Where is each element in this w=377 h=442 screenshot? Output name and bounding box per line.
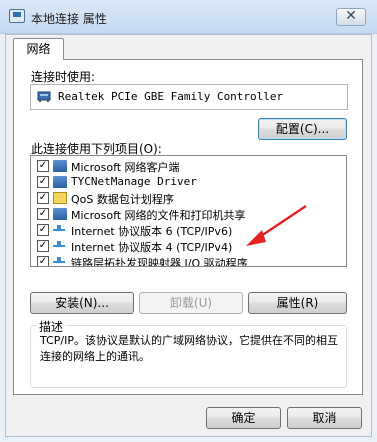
file-share-icon: [53, 208, 67, 220]
list-item[interactable]: ✓ QoS 数据包计划程序: [31, 190, 346, 206]
network-connection-icon: [9, 9, 25, 23]
protocol-icon: [53, 241, 65, 247]
checkbox-icon[interactable]: ✓: [37, 176, 49, 188]
list-item[interactable]: ✓ 链路层拓扑发现映射器 I/O 驱动程序: [31, 254, 346, 267]
adapter-field: Realtek PCIe GBE Family Controller: [30, 84, 348, 110]
checkbox-icon[interactable]: ✓: [37, 224, 49, 236]
list-item-label: Internet 协议版本 6 (TCP/IPv6): [71, 225, 233, 238]
checkbox-icon[interactable]: ✓: [37, 160, 49, 172]
close-button[interactable]: ✕: [336, 8, 366, 26]
list-item[interactable]: ✓ Microsoft 网络客户端: [31, 158, 346, 174]
tab-network[interactable]: 网络: [13, 38, 64, 60]
qos-scheduler-icon: [53, 192, 67, 204]
ok-button[interactable]: 确定: [206, 407, 281, 429]
driver-icon: [53, 176, 67, 188]
protocol-icon: [53, 225, 65, 231]
configure-button[interactable]: 配置(C)...: [258, 118, 347, 140]
list-item[interactable]: ✓ Internet 协议版本 4 (TCP/IPv4): [31, 238, 346, 254]
adapter-name: Realtek PCIe GBE Family Controller: [58, 90, 284, 103]
list-item-label: TYCNetManage Driver: [71, 175, 197, 188]
list-item-label: QoS 数据包计划程序: [71, 193, 174, 206]
list-item[interactable]: ✓ Internet 协议版本 6 (TCP/IPv6): [31, 222, 346, 238]
connect-using-label: 连接时使用:: [31, 70, 96, 84]
properties-button[interactable]: 属性(R): [248, 292, 347, 314]
checkbox-icon[interactable]: ✓: [37, 256, 49, 266]
network-client-icon: [53, 160, 67, 172]
list-item[interactable]: ✓ Microsoft 网络的文件和打印机共享: [31, 206, 346, 222]
list-item[interactable]: ✓ TYCNetManage Driver: [31, 174, 346, 190]
checkbox-icon[interactable]: ✓: [37, 208, 49, 220]
cancel-button[interactable]: 取消: [287, 407, 362, 429]
list-item-label: Microsoft 网络客户端: [71, 161, 180, 174]
checkbox-icon[interactable]: ✓: [37, 192, 49, 204]
install-button[interactable]: 安装(N)...: [30, 292, 134, 314]
window-title: 本地连接 属性: [31, 12, 107, 26]
items-list[interactable]: ✓ Microsoft 网络客户端 ✓ TYCNetManage Driver …: [30, 155, 347, 267]
description-text: TCP/IP。该协议是默认的广域网络协议，它提供在不同的相互连接的网络上的通讯。: [40, 334, 338, 363]
network-adapter-icon: [37, 89, 51, 103]
protocol-icon: [53, 257, 65, 263]
list-item-label: 链路层拓扑发现映射器 I/O 驱动程序: [71, 257, 248, 267]
title-bar: 本地连接 属性 ✕: [0, 0, 377, 34]
checkbox-icon[interactable]: ✓: [37, 240, 49, 252]
list-item-label: Internet 协议版本 4 (TCP/IPv4): [71, 241, 233, 254]
list-item-label: Microsoft 网络的文件和打印机共享: [71, 209, 246, 222]
uninstall-button[interactable]: 卸载(U): [139, 292, 243, 314]
